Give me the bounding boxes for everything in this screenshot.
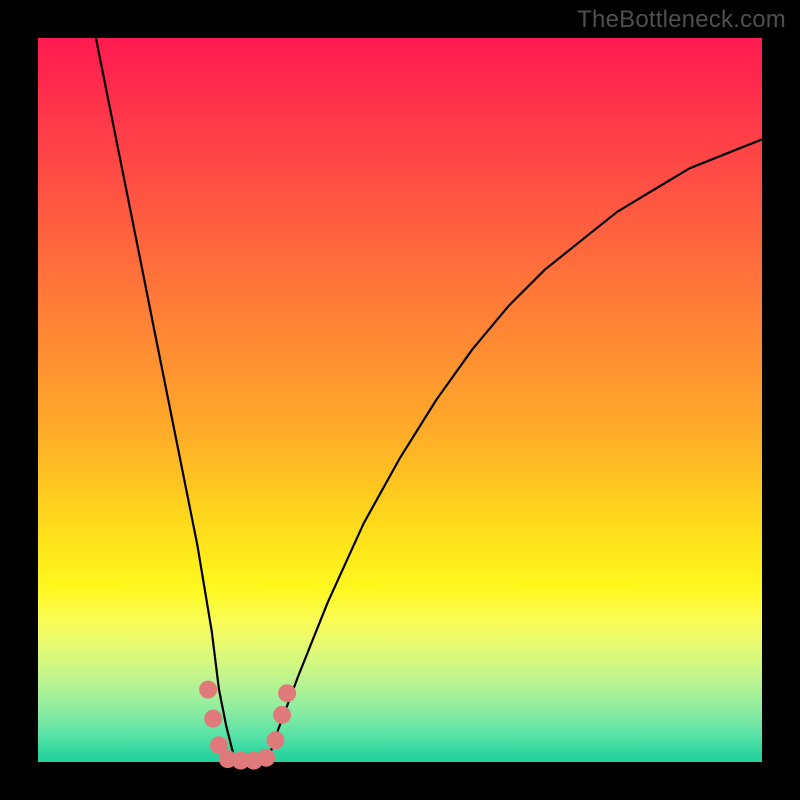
highlight-dot [204, 710, 222, 728]
watermark-text: TheBottleneck.com [577, 6, 786, 34]
highlight-dot [257, 749, 275, 767]
highlight-dot [278, 684, 296, 702]
curve-svg [38, 38, 762, 762]
bottleneck-curve [96, 38, 762, 762]
plot-area [38, 38, 762, 762]
highlight-dot [273, 706, 291, 724]
chart-frame: TheBottleneck.com [0, 0, 800, 800]
highlight-dot [267, 731, 285, 749]
highlight-dots [199, 681, 296, 770]
highlight-dot [199, 681, 217, 699]
